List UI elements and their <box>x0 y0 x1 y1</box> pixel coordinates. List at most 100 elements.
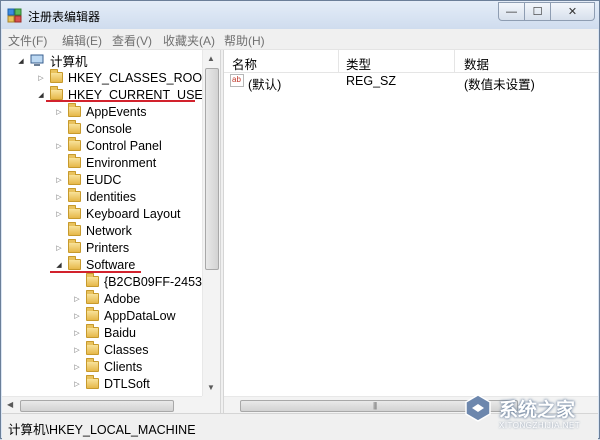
tree-item-computer[interactable]: ◢ 计算机 <box>16 52 88 69</box>
watermark-logo-icon <box>465 394 491 422</box>
expand-arrow-icon[interactable]: ▷ <box>54 108 64 116</box>
tree-item-console[interactable]: Console <box>54 120 132 137</box>
folder-icon <box>86 324 99 338</box>
tree-item-baidu[interactable]: ▷ Baidu <box>72 324 136 341</box>
title-bar[interactable]: 注册表编辑器 — ☐ ✕ <box>1 1 599 29</box>
folder-icon <box>68 171 81 185</box>
tree-item-printers[interactable]: ▷ Printers <box>54 239 129 256</box>
scroll-thumb[interactable] <box>20 400 174 412</box>
expand-arrow-icon[interactable]: ▷ <box>72 380 82 388</box>
scroll-thumb[interactable] <box>205 68 219 270</box>
tree-item-dtlsoft[interactable]: ▷ DTLSoft <box>72 375 150 392</box>
key-tree: ◢ 计算机 ▷ HKEY_CLASSES_ROOT ◢ HKEY_CURRENT_US… <box>2 50 202 396</box>
watermark-subtext: XITONGZHIJIA.NET <box>499 421 581 430</box>
tree-item-label: 计算机 <box>50 55 88 69</box>
tree-item-label: HKEY_CLASSES_ROOT <box>68 70 202 85</box>
expand-arrow-icon[interactable]: ▷ <box>54 244 64 252</box>
expand-arrow-icon[interactable]: ▷ <box>72 329 82 337</box>
registry-editor-window: 注册表编辑器 — ☐ ✕ 文件(F) 编辑(E) 查看(V) 收藏夹(A) 帮助… <box>0 0 600 440</box>
expand-arrow-icon[interactable]: ▷ <box>54 142 64 150</box>
tree-item-network[interactable]: Network <box>54 222 132 239</box>
column-divider[interactable] <box>338 50 339 72</box>
expand-arrow-icon[interactable]: ▷ <box>72 363 82 371</box>
tree-item-label: Environment <box>86 155 157 170</box>
tree-item-adobe[interactable]: ▷ Adobe <box>72 290 140 307</box>
menu-help[interactable]: 帮助(H) <box>224 32 265 49</box>
expand-arrow-icon[interactable]: ▷ <box>54 210 64 218</box>
menu-view[interactable]: 查看(V) <box>112 32 152 49</box>
tree-item-environment[interactable]: Environment <box>54 154 156 171</box>
column-type[interactable]: 类型 <box>346 54 371 73</box>
menu-favorites[interactable]: 收藏夹(A) <box>163 32 215 49</box>
minimize-button[interactable]: — <box>498 2 525 21</box>
minimize-icon: — <box>506 5 517 18</box>
expand-arrow-icon[interactable]: ▷ <box>54 176 64 184</box>
main-content: ◢ 计算机 ▷ HKEY_CLASSES_ROOT ◢ HKEY_CURRENT_US… <box>2 50 598 414</box>
tree-item-label: Console <box>86 121 132 136</box>
folder-icon <box>68 256 81 270</box>
folder-icon <box>50 69 63 83</box>
tree-item-appevents[interactable]: ▷ AppEvents <box>54 103 146 120</box>
folder-icon <box>68 154 81 168</box>
scrollbar-corner <box>202 396 220 413</box>
grip-icon: ||| <box>373 401 377 410</box>
maximize-icon: ☐ <box>532 6 543 18</box>
tree-item-appdatalow[interactable]: ▷ AppDataLow <box>72 307 176 324</box>
hkcu-highlight-underline <box>46 100 195 102</box>
folder-icon <box>68 103 81 117</box>
tree-item-label: Baidu <box>104 325 136 340</box>
regedit-icon <box>7 8 22 23</box>
column-data[interactable]: 数据 <box>464 54 489 73</box>
scroll-left-icon[interactable]: ◀ <box>7 400 13 409</box>
expand-arrow-icon[interactable]: ▷ <box>72 312 82 320</box>
scroll-up-icon[interactable]: ▲ <box>207 54 215 63</box>
folder-icon <box>50 86 63 100</box>
menu-file[interactable]: 文件(F) <box>8 32 47 49</box>
collapse-arrow-icon[interactable]: ◢ <box>16 57 26 65</box>
tree-item-classes[interactable]: ▷ Classes <box>72 341 148 358</box>
tree-item-label: Identities <box>86 189 137 204</box>
expand-arrow-icon[interactable]: ▷ <box>36 74 46 82</box>
column-name[interactable]: 名称 <box>232 54 257 73</box>
watermark: 系统之家 XITONGZHIJIA.NET <box>463 387 595 435</box>
tree-item-label: AppEvents <box>86 104 147 119</box>
menu-edit[interactable]: 编辑(E) <box>62 32 102 49</box>
list-header: 名称 类型 数据 <box>224 50 598 73</box>
expand-arrow-icon[interactable]: ▷ <box>72 346 82 354</box>
folder-icon <box>68 120 81 134</box>
close-button[interactable]: ✕ <box>551 2 595 21</box>
column-divider[interactable] <box>454 50 455 72</box>
tree-item-hkey-classes-root[interactable]: ▷ HKEY_CLASSES_ROOT <box>36 69 202 86</box>
window-controls: — ☐ ✕ <box>498 2 595 22</box>
value-data: (数值未设置) <box>464 78 535 92</box>
tree-vertical-scrollbar[interactable]: ▲ ▼ <box>202 50 220 396</box>
value-name: (默认) <box>248 78 282 92</box>
collapse-arrow-icon[interactable]: ◢ <box>54 261 64 269</box>
tree-item-label: AppDataLow <box>104 308 176 323</box>
expand-arrow-icon[interactable]: ▷ <box>72 295 82 303</box>
menu-bar: 文件(F) 编辑(E) 查看(V) 收藏夹(A) 帮助(H) <box>2 29 598 50</box>
folder-icon <box>68 205 81 219</box>
tree-item-b2cb09ff-2453[interactable]: {B2CB09FF-2453- <box>72 273 202 290</box>
tree-item-clients[interactable]: ▷ Clients <box>72 358 142 375</box>
close-icon: ✕ <box>567 6 578 18</box>
tree-item-label: Adobe <box>104 291 141 306</box>
tree-item-identities[interactable]: ▷ Identities <box>54 188 136 205</box>
software-highlight-underline <box>50 271 141 273</box>
collapse-arrow-icon[interactable]: ◢ <box>36 91 46 99</box>
folder-icon <box>86 290 99 304</box>
tree-horizontal-scrollbar[interactable]: ◀ <box>2 396 202 414</box>
scroll-down-icon[interactable]: ▼ <box>207 383 215 392</box>
maximize-button[interactable]: ☐ <box>525 2 551 21</box>
folder-icon <box>86 358 99 372</box>
folder-icon <box>68 137 81 151</box>
expand-arrow-icon[interactable]: ▷ <box>54 193 64 201</box>
folder-icon <box>86 307 99 321</box>
tree-item-label: Control Panel <box>86 138 162 153</box>
tree-item-label: Clients <box>104 359 143 374</box>
tree-item-keyboard-layout[interactable]: ▷ Keyboard Layout <box>54 205 181 222</box>
list-item[interactable]: ab (默认) REG_SZ (数值未设置) <box>224 72 598 92</box>
tree-item-control-panel[interactable]: ▷ Control Panel <box>54 137 162 154</box>
tree-item-label: Printers <box>86 240 130 255</box>
tree-item-eudc[interactable]: ▷ EUDC <box>54 171 121 188</box>
